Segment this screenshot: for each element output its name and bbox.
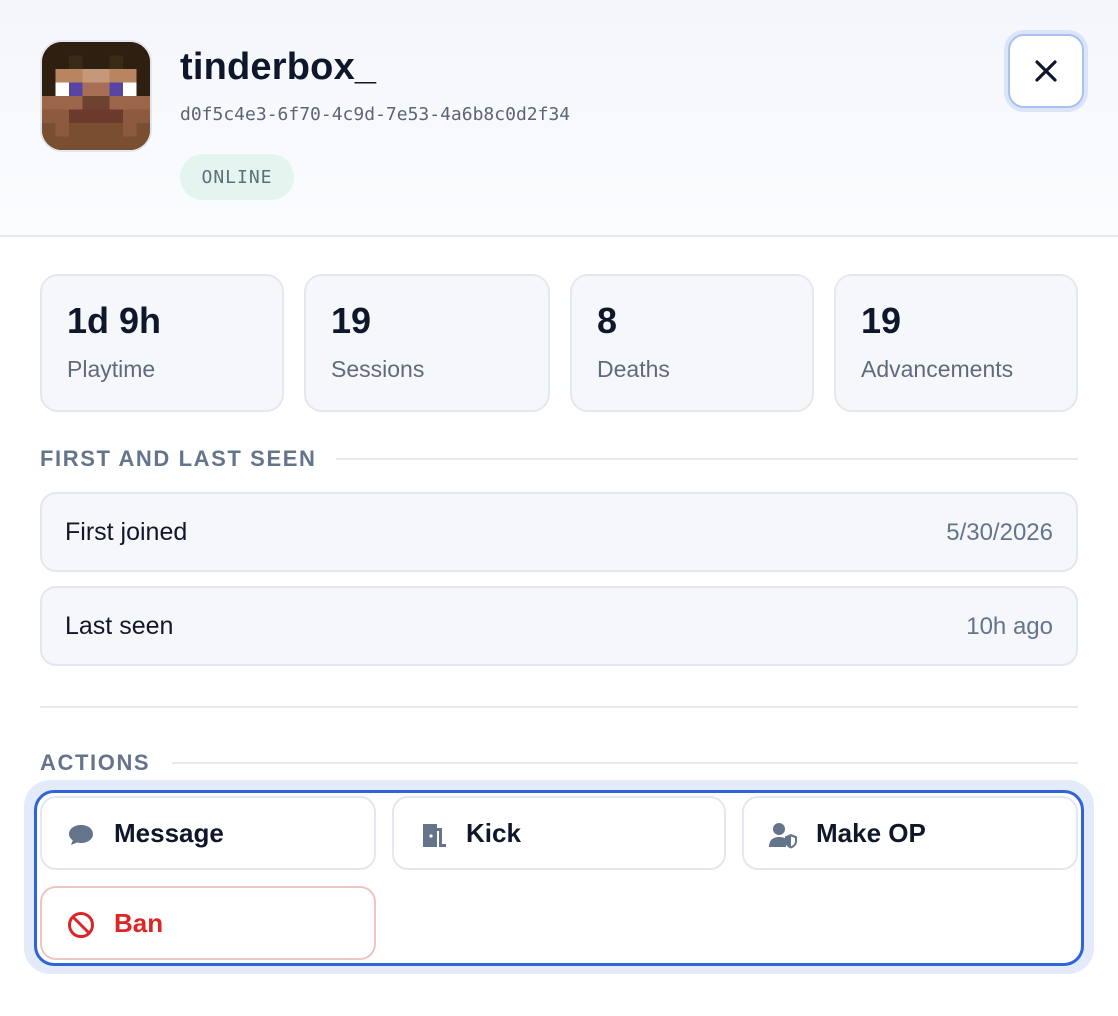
info-row-last-seen: Last seen 10h ago [40,586,1078,666]
stat-card-sessions: 19 Sessions [304,274,550,412]
section-title-actions: ACTIONS [40,750,151,775]
ban-icon [68,912,94,938]
player-uuid: d0f5c4e3-6f70-4c9d-7e53-4a6b8c0d2f34 [180,104,571,125]
status-badge: ONLINE [180,154,294,200]
info-label: Last seen [65,612,174,640]
info-value: 5/30/2026 [946,519,1053,546]
stat-card-playtime: 1d 9h Playtime [40,274,284,412]
info-label: First joined [65,518,188,546]
player-name: tinderbox_ [180,46,377,88]
stat-value: 8 [597,300,618,341]
button-label: Message [114,818,224,848]
ban-button[interactable]: Ban [40,886,376,960]
stat-card-deaths: 8 Deaths [570,274,814,412]
section-divider [40,706,1078,708]
stat-value: 19 [861,300,902,341]
stat-label: Advancements [861,356,1014,382]
stat-label: Playtime [67,356,156,382]
user-shield-icon [769,823,797,849]
stat-value: 19 [331,300,372,341]
stat-label: Sessions [331,356,425,382]
section-rule [336,458,1078,460]
stat-value: 1d 9h [67,300,162,341]
kick-button[interactable]: Kick [392,796,726,870]
section-title-seen: FIRST AND LAST SEEN [40,446,317,471]
player-header: tinderbox_ d0f5c4e3-6f70-4c9d-7e53-4a6b8… [0,0,1118,237]
player-head-avatar [42,42,150,150]
button-label: Kick [466,818,521,848]
close-button[interactable] [1008,34,1084,108]
section-rule [172,762,1078,764]
door-exit-icon [423,824,446,847]
chat-bubble-icon [69,825,93,845]
stat-card-advancements: 19 Advancements [834,274,1078,412]
close-icon [1035,60,1057,82]
info-value: 10h ago [966,613,1053,640]
button-label: Make OP [816,818,926,848]
make-op-button[interactable]: Make OP [742,796,1078,870]
button-label: Ban [114,908,164,938]
message-button[interactable]: Message [40,796,376,870]
stat-label: Deaths [597,356,670,382]
player-avatar [40,40,152,152]
info-row-first-joined: First joined 5/30/2026 [40,492,1078,572]
